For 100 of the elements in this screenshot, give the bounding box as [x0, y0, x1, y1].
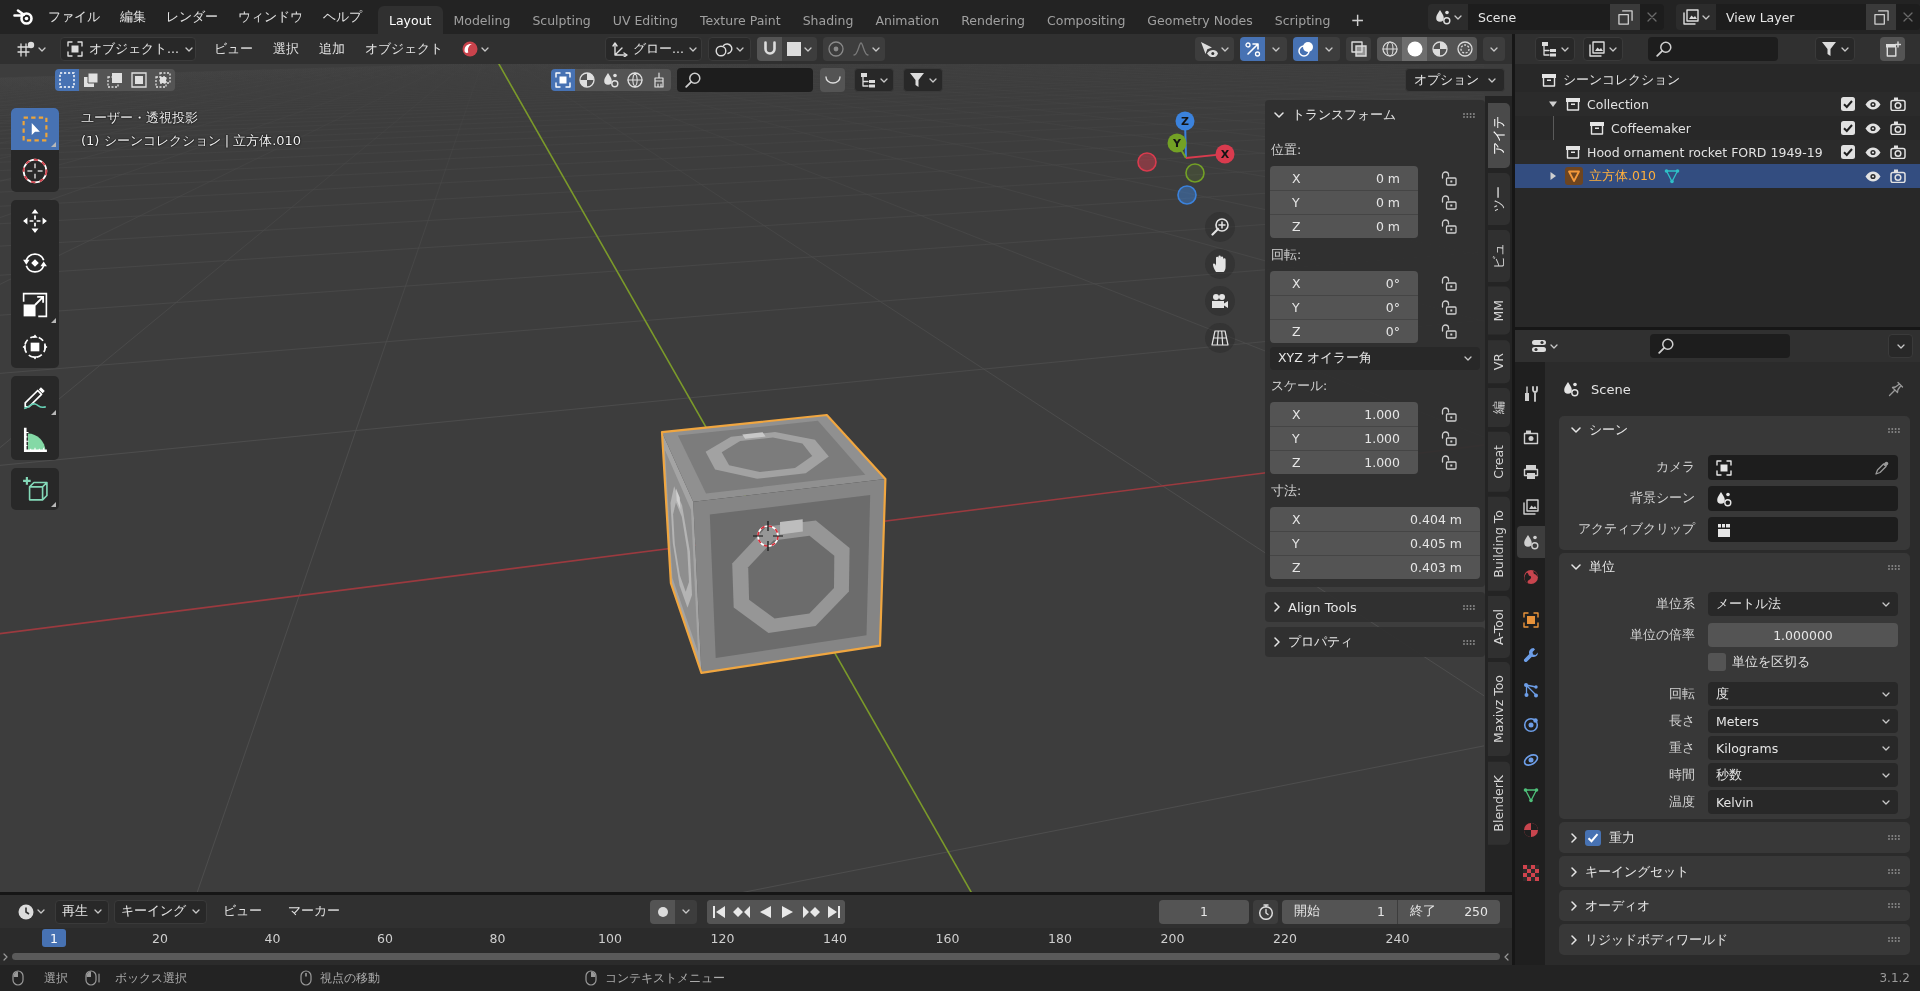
sidebar-tab[interactable]: Maxivz Too: [1488, 662, 1510, 757]
options-dropdown[interactable]: オプション: [1405, 68, 1505, 92]
menu-item[interactable]: ファイル: [38, 5, 110, 29]
number-field[interactable]: Z 0°: [1270, 319, 1418, 343]
filter-button[interactable]: [575, 69, 599, 91]
number-field[interactable]: X 1.000: [1270, 402, 1418, 426]
eye-icon[interactable]: [1864, 170, 1881, 182]
eye-icon[interactable]: [1864, 146, 1881, 158]
select-mode-button[interactable]: [151, 69, 175, 91]
filter-dropdown[interactable]: [903, 68, 943, 92]
number-field[interactable]: Z 1.000: [1270, 450, 1418, 474]
checkbox[interactable]: [1840, 97, 1855, 111]
number-field[interactable]: Z 0 m: [1270, 214, 1418, 238]
menu-item[interactable]: レンダー: [156, 5, 228, 29]
number-field[interactable]: Z 0.403 m: [1270, 555, 1480, 579]
display-mode-dropdown[interactable]: [1535, 37, 1575, 61]
search-field[interactable]: [1650, 334, 1790, 358]
camera-icon[interactable]: [1889, 145, 1906, 159]
browse-button[interactable]: [1428, 4, 1468, 30]
pivot-dropdown[interactable]: [708, 37, 751, 61]
orientation-dropdown[interactable]: グロー...: [605, 37, 702, 61]
panel-header[interactable]: オーディオ: [1559, 890, 1910, 921]
number-field[interactable]: 開始 1: [1282, 899, 1398, 924]
camera-view-button[interactable]: [1205, 286, 1235, 316]
checkbox[interactable]: [1840, 145, 1855, 159]
open-padlock-icon[interactable]: [1441, 323, 1457, 339]
shading-mode-button[interactable]: [1452, 37, 1477, 61]
panel-header[interactable]: キーイングセット: [1559, 856, 1910, 887]
duplicate-button[interactable]: [1610, 4, 1640, 30]
shading-options-dropdown[interactable]: [1483, 37, 1505, 61]
options-dropdown[interactable]: [1265, 37, 1287, 61]
overlay-toggle[interactable]: [1293, 37, 1318, 61]
open-padlock-icon[interactable]: [1441, 275, 1457, 291]
menu-item[interactable]: ヘルプ: [313, 5, 372, 29]
number-field[interactable]: 終了 250: [1398, 899, 1500, 924]
hierarchy-dropdown[interactable]: [854, 68, 894, 92]
close-button[interactable]: [1640, 4, 1664, 30]
sidebar-tab[interactable]: ツー: [1488, 173, 1510, 225]
current-frame-marker[interactable]: 1: [42, 929, 66, 947]
panel-header[interactable]: トランスフォーム: [1265, 100, 1485, 130]
eye-icon[interactable]: [1864, 122, 1881, 134]
filter-dropdown[interactable]: [1815, 37, 1855, 61]
options-dropdown[interactable]: [1318, 37, 1340, 61]
sidebar-tab[interactable]: VR: [1488, 339, 1510, 383]
panel-header[interactable]: プロパティ: [1265, 627, 1485, 657]
sidebar-tab[interactable]: アイテ: [1488, 103, 1510, 168]
name-field[interactable]: Scene: [1468, 4, 1610, 30]
number-field[interactable]: 1.000000: [1708, 623, 1898, 647]
number-field[interactable]: Y 1.000: [1270, 426, 1418, 450]
outliner-row[interactable]: シーンコレクション: [1515, 68, 1920, 92]
name-field[interactable]: View Layer: [1716, 4, 1866, 30]
dropdown[interactable]: 秒数: [1708, 763, 1898, 787]
object-field[interactable]: [1708, 486, 1898, 511]
dropdown[interactable]: メートル法: [1708, 592, 1898, 616]
number-field[interactable]: Y 0 m: [1270, 190, 1418, 214]
dropdown[interactable]: Meters: [1708, 709, 1898, 733]
sidebar-tab[interactable]: Building To: [1488, 496, 1510, 591]
workspace-tab[interactable]: Layout: [378, 6, 443, 34]
panel-header[interactable]: 単位: [1559, 553, 1910, 581]
open-padlock-icon[interactable]: [1441, 406, 1457, 422]
open-padlock-icon[interactable]: [1441, 430, 1457, 446]
shading-mode-button[interactable]: [1402, 37, 1427, 61]
workspace-tab[interactable]: Sculpting: [521, 6, 602, 34]
camera-icon[interactable]: [1889, 121, 1906, 135]
visibility-dropdown[interactable]: [1195, 37, 1234, 61]
axis-handle[interactable]: [1177, 185, 1197, 205]
axis-handle[interactable]: X: [1185, 144, 1235, 164]
shading-mode-button[interactable]: [1377, 37, 1402, 61]
open-padlock-icon[interactable]: [1441, 170, 1457, 186]
toggle-button[interactable]: [820, 68, 845, 92]
workspace-tab[interactable]: Geometry Nodes: [1136, 6, 1264, 34]
menu-item[interactable]: ビュー: [213, 899, 272, 924]
browse-button[interactable]: [1676, 4, 1716, 30]
select-mode-button[interactable]: [79, 69, 103, 91]
object-field[interactable]: [1708, 517, 1898, 542]
pan-button[interactable]: [1205, 249, 1235, 279]
add-workspace-button[interactable]: +: [1341, 6, 1374, 34]
mode-dropdown[interactable]: オブジェクト...: [60, 37, 196, 61]
open-padlock-icon[interactable]: [1441, 218, 1457, 234]
sidebar-tab[interactable]: A-Tool: [1488, 595, 1510, 658]
axis-handle[interactable]: [1185, 163, 1205, 183]
menu-dropdown[interactable]: キーイング: [114, 899, 207, 924]
scrollbar[interactable]: [12, 953, 1500, 960]
outliner-row[interactable]: 立方体.010: [1515, 164, 1920, 188]
view-layer-dropdown[interactable]: [1583, 37, 1623, 61]
dropdown[interactable]: XYZ オイラー角: [1270, 347, 1480, 370]
sidebar-tab[interactable]: ビュ: [1488, 230, 1510, 282]
eyedropper-icon[interactable]: [1874, 459, 1890, 476]
menu-item[interactable]: 追加: [309, 37, 355, 61]
properties-tab[interactable]: [1517, 526, 1545, 558]
open-padlock-icon[interactable]: [1441, 299, 1457, 315]
menu-dropdown[interactable]: 再生: [55, 899, 109, 924]
number-field[interactable]: X 0 m: [1270, 166, 1418, 190]
panel-header[interactable]: シーン: [1559, 416, 1910, 444]
snap-toggle[interactable]: [757, 37, 782, 61]
checkbox[interactable]: [1585, 829, 1601, 846]
menu-item[interactable]: ウィンドウ: [228, 5, 313, 29]
search-field[interactable]: [1648, 37, 1778, 61]
open-padlock-icon[interactable]: [1441, 194, 1457, 210]
workspace-tab[interactable]: Modeling: [442, 6, 522, 34]
